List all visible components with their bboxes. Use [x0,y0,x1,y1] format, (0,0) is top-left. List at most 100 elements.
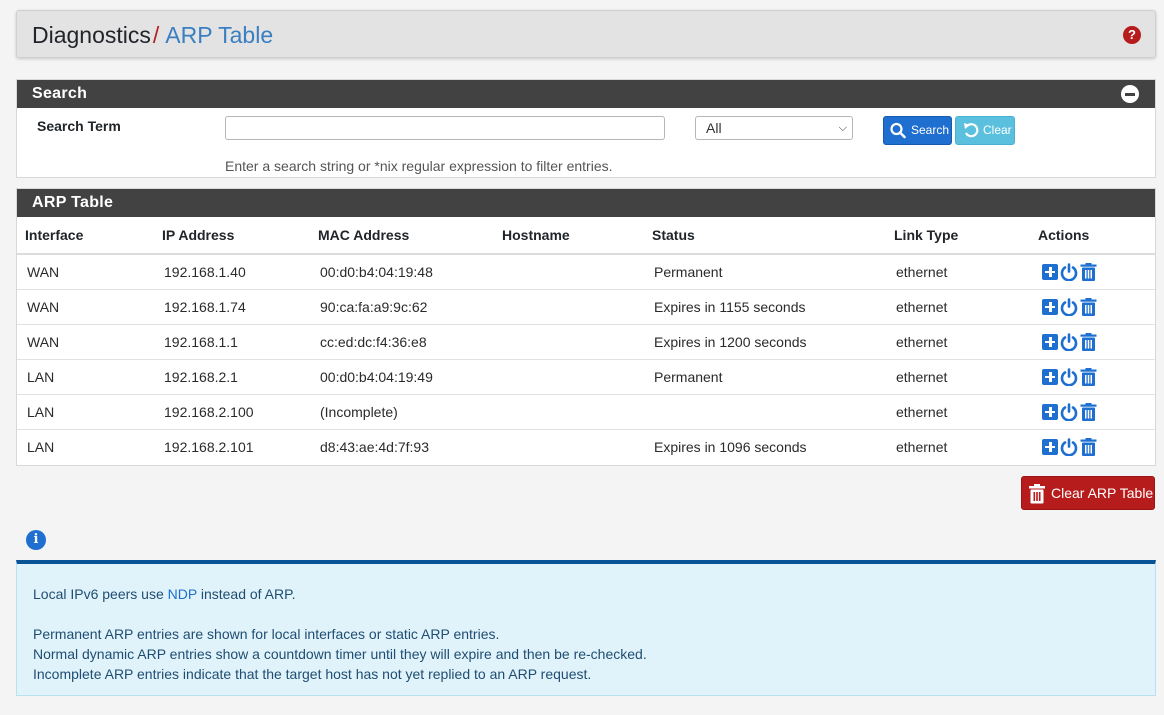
undo-icon [962,117,980,153]
table-header-row: Interface IP Address MAC Address Hostnam… [17,217,1155,255]
delete-entry-icon[interactable] [1080,367,1097,386]
cell-ip: 192.168.1.40 [164,263,246,280]
cell-status [644,393,886,429]
table-row: LAN 192.168.2.101 d8:43:ae:4d:7f:93 Expires… [17,428,1155,464]
add-static-mapping-icon[interactable] [1042,333,1058,350]
add-static-mapping-icon[interactable] [1042,403,1058,420]
add-static-mapping-icon[interactable] [1042,368,1058,385]
info-line-1-text: Local IPv6 peers use [33,586,168,602]
add-static-mapping-icon[interactable] [1042,263,1058,280]
delete-entry-icon[interactable] [1080,402,1097,421]
arp-table-panel: ARP Table Interface IP Address MAC Addre… [16,188,1156,466]
chevron-down-icon: ⌵ [838,122,847,134]
cell-link: ethernet [886,323,1030,359]
search-button-label: Search [911,123,950,137]
table-row: LAN 192.168.2.100 (Incomplete) ethernet [17,393,1155,429]
search-icon [890,117,906,153]
cell-actions [1030,393,1155,429]
cell-ip: 192.168.1.74 [154,288,310,324]
add-static-mapping-icon[interactable] [1042,438,1058,455]
search-term-label: Search Term [37,118,121,134]
cell-interface: WAN [27,263,60,280]
cell-mac: (Incomplete) [310,393,494,429]
breadcrumb-diagnostics[interactable]: Diagnostics [32,22,151,48]
cell-hostname [494,254,644,289]
arp-table: Interface IP Address MAC Address Hostnam… [17,217,1155,464]
clear-button[interactable]: Clear [955,116,1015,145]
cell-ip: 192.168.2.101 [154,428,310,464]
info-line-1-end: instead of ARP. [196,586,296,602]
cell-hostname [494,288,644,324]
arp-panel-title: ARP Table [32,194,114,211]
table-row: WAN 192.168.1.74 90:ca:fa:a9:9c:62 Expires … [17,288,1155,324]
page-header: Diagnostics/ARP Table ? [16,10,1156,58]
cell-interface: LAN [17,358,154,394]
cell-status: Expires in 1200 seconds [644,323,886,359]
column-header-ip[interactable]: IP Address [154,217,310,255]
cell-mac: cc:ed:dc:f4:36:e8 [310,323,494,359]
clear-button-label: Clear [983,123,1012,137]
column-header-interface[interactable]: Interface [17,217,154,255]
cell-interface: LAN [17,428,154,464]
cell-actions [1030,254,1155,289]
table-row: LAN 192.168.2.1 00:d0:b4:04:19:49 Permanent… [17,358,1155,394]
info-line-3: Normal dynamic ARP entries show a countd… [33,646,647,662]
help-icon[interactable]: ? [1123,26,1141,44]
breadcrumb-arp-table[interactable]: ARP Table [165,22,273,48]
column-header-hostname[interactable]: Hostname [494,217,644,255]
cell-hostname [494,358,644,394]
cell-status: Permanent [644,358,886,394]
search-input[interactable] [225,116,665,140]
wake-on-lan-icon[interactable] [1060,297,1078,317]
wake-on-lan-icon[interactable] [1060,263,1078,282]
cell-status: Expires in 1096 seconds [644,428,886,464]
column-header-actions: Actions [1030,217,1155,255]
search-body: Search Term All ⌵ Search Clear Enter a s… [17,108,1155,178]
cell-hostname [494,428,644,464]
search-panel: Search Search Term All ⌵ Search Clear En… [16,79,1156,178]
ndp-link[interactable]: NDP [168,586,197,602]
search-help-text: Enter a search string or *nix regular ex… [225,158,613,174]
wake-on-lan-icon[interactable] [1060,438,1078,457]
column-header-mac[interactable]: MAC Address [310,217,494,255]
column-header-link-type[interactable]: Link Type [886,217,1030,255]
cell-interface: WAN [17,288,154,324]
collapse-icon[interactable] [1121,85,1139,103]
clear-arp-table-label: Clear ARP Table [1051,485,1154,501]
cell-ip: 192.168.2.100 [154,393,310,429]
wake-on-lan-icon[interactable] [1060,402,1078,422]
delete-entry-icon[interactable] [1080,332,1097,351]
arp-panel-heading: ARP Table [17,189,1155,217]
cell-mac: 90:ca:fa:a9:9c:62 [310,288,494,324]
info-icon[interactable]: i [26,530,46,550]
cell-link: ethernet [886,393,1030,429]
wake-on-lan-icon[interactable] [1060,367,1078,387]
info-line-1: Local IPv6 peers use NDP instead of ARP. [33,584,1139,604]
cell-hostname [494,393,644,429]
cell-ip: 192.168.2.1 [154,358,310,394]
wake-on-lan-icon[interactable] [1060,332,1078,352]
cell-actions [1030,323,1155,359]
clear-arp-table-button[interactable]: Clear ARP Table [1021,476,1155,510]
add-static-mapping-icon[interactable] [1042,298,1058,315]
delete-entry-icon[interactable] [1080,262,1097,281]
column-header-status[interactable]: Status [644,217,886,255]
cell-actions [1030,358,1155,394]
info-line-4: Incomplete ARP entries indicate that the… [33,666,592,682]
search-panel-heading: Search [17,80,1155,108]
delete-entry-icon[interactable] [1080,437,1097,456]
delete-entry-icon[interactable] [1080,297,1097,316]
filter-select[interactable]: All ⌵ [695,116,853,140]
cell-mac: 00:d0:b4:04:19:49 [310,358,494,394]
cell-status: Expires in 1155 seconds [644,288,886,324]
table-row: WAN 192.168.1.1 cc:ed:dc:f4:36:e8 Expires i… [17,323,1155,359]
filter-select-value: All [706,120,722,136]
cell-ip: 192.168.1.1 [154,323,310,359]
search-button[interactable]: Search [883,116,952,145]
info-box: Local IPv6 peers use NDP instead of ARP.… [16,560,1156,696]
trash-icon [1029,484,1045,504]
search-panel-title: Search [32,85,88,102]
cell-link: ethernet [886,288,1030,324]
info-line-2: Permanent ARP entries are shown for loca… [33,626,500,642]
breadcrumb-separator: / [152,22,160,48]
